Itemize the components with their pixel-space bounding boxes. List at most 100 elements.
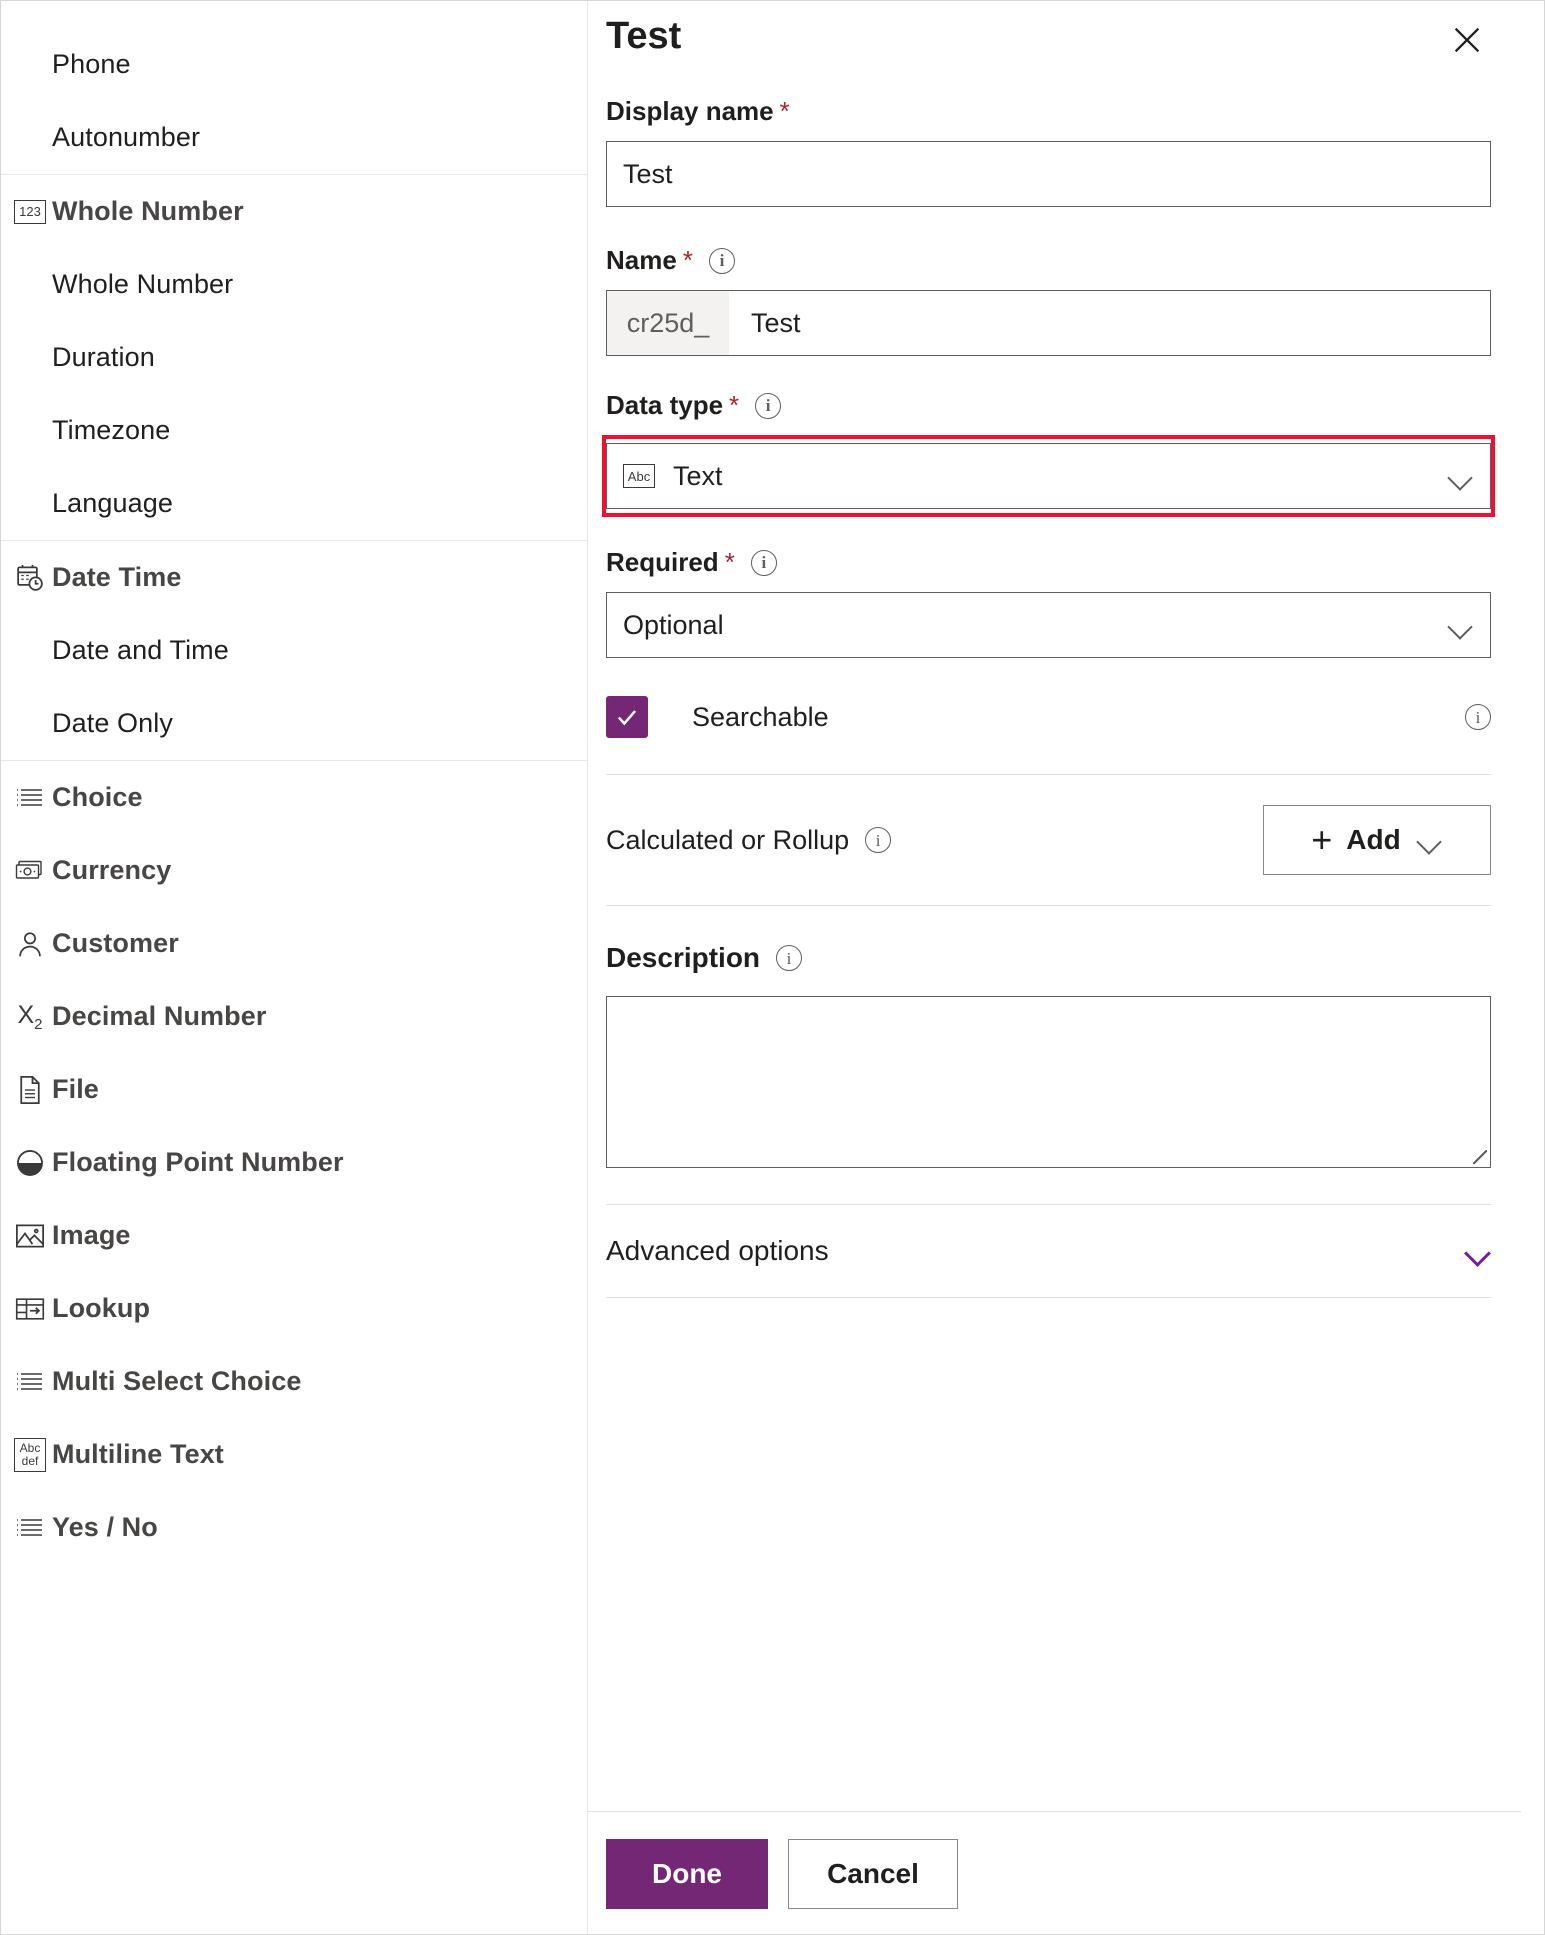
list-item-timezone[interactable]: Timezone bbox=[0, 394, 587, 467]
document-icon bbox=[8, 1075, 52, 1105]
divider bbox=[606, 1297, 1491, 1298]
list-icon bbox=[8, 786, 52, 810]
advanced-options-row[interactable]: Advanced options bbox=[604, 1205, 1493, 1297]
person-icon bbox=[8, 930, 52, 958]
close-icon[interactable] bbox=[1445, 18, 1489, 62]
name-input[interactable]: Test bbox=[729, 291, 1490, 355]
list-item-choice[interactable]: Choice bbox=[0, 761, 587, 834]
list-item-customer[interactable]: Customer bbox=[0, 907, 587, 980]
searchable-checkbox[interactable] bbox=[606, 696, 648, 738]
data-type-highlight-box: Abc Text bbox=[602, 435, 1495, 517]
info-icon[interactable]: i bbox=[755, 392, 782, 419]
list-item-image[interactable]: Image bbox=[0, 1199, 587, 1272]
display-name-input[interactable]: Test bbox=[606, 141, 1491, 207]
description-label: Description i bbox=[604, 942, 1493, 974]
required-marker: * bbox=[682, 245, 693, 275]
list-item-yes-no[interactable]: Yes / No bbox=[0, 1491, 587, 1564]
searchable-row[interactable]: Searchable i bbox=[604, 696, 1493, 738]
x-subscript-2-icon: X2 bbox=[17, 1000, 43, 1033]
list-item-label: Yes / No bbox=[52, 1512, 158, 1542]
data-type-value: Text bbox=[673, 460, 723, 491]
advanced-options-label: Advanced options bbox=[606, 1235, 829, 1266]
cancel-button[interactable]: Cancel bbox=[788, 1838, 958, 1909]
list-group: Date Time Date and Time Date Only bbox=[0, 541, 587, 761]
data-type-label: Data type * i bbox=[606, 390, 1491, 421]
list-item-label: File bbox=[52, 1074, 99, 1104]
panel-footer: Done Cancel bbox=[588, 1811, 1521, 1935]
required-value: Optional bbox=[623, 609, 724, 640]
required-dropdown[interactable]: Optional bbox=[606, 592, 1491, 658]
list-item-multi-select-choice[interactable]: Multi Select Choice bbox=[0, 1345, 587, 1418]
list-item-label: Language bbox=[52, 488, 173, 518]
plus-icon: + bbox=[1311, 819, 1333, 860]
description-textarea[interactable] bbox=[606, 996, 1491, 1168]
list-item-duration[interactable]: Duration bbox=[0, 321, 587, 394]
chevron-down-icon bbox=[1448, 617, 1474, 633]
list-item-file[interactable]: File bbox=[0, 1053, 587, 1126]
divider bbox=[606, 905, 1491, 906]
list-item-label: Date Time bbox=[52, 562, 182, 592]
data-type-dropdown[interactable]: Abc Text bbox=[606, 443, 1491, 509]
123-box-icon: 123 bbox=[8, 199, 52, 224]
clipped-list-item-ticker-symbol[interactable]: Ticker Symbol bbox=[0, 0, 587, 28]
list-group: 123 Whole Number Whole Number Duration T… bbox=[0, 175, 587, 541]
list-item-label: Multiline Text bbox=[52, 1439, 224, 1469]
display-name-label: Display name * bbox=[606, 96, 1491, 127]
chevron-down-icon bbox=[1448, 468, 1474, 484]
page-title: Test bbox=[606, 15, 682, 57]
label-text: Required bbox=[606, 547, 719, 577]
list-item-date-and-time[interactable]: Date and Time bbox=[0, 614, 587, 687]
list-group-header-whole-number[interactable]: 123 Whole Number bbox=[0, 175, 587, 248]
list-item-currency[interactable]: Currency bbox=[0, 834, 587, 907]
add-button[interactable]: + Add bbox=[1263, 805, 1491, 875]
calculated-or-rollup-label: Calculated or Rollup i bbox=[606, 824, 892, 856]
list-item-label: Whole Number bbox=[52, 196, 244, 226]
done-button[interactable]: Done bbox=[606, 1838, 768, 1909]
label-text: Data type bbox=[606, 390, 724, 420]
add-button-label: Add bbox=[1346, 824, 1401, 855]
list-icon bbox=[8, 1370, 52, 1394]
display-name-field: Display name * Test bbox=[604, 96, 1493, 207]
panel-scroll-area: Test Display name * Test Name * i cr25d_… bbox=[588, 0, 1521, 1811]
info-icon[interactable]: i bbox=[708, 247, 735, 274]
info-icon[interactable]: i bbox=[776, 945, 803, 971]
label-text: Calculated or Rollup bbox=[606, 824, 850, 855]
list-item-language[interactable]: Language bbox=[0, 467, 587, 540]
lookup-table-arrow-icon bbox=[8, 1296, 52, 1322]
resize-handle-icon[interactable] bbox=[1473, 1150, 1487, 1164]
list-item-floating-point-number[interactable]: Floating Point Number bbox=[0, 1126, 587, 1199]
label-text: Display name bbox=[606, 96, 774, 126]
list-item-label: Floating Point Number bbox=[52, 1147, 344, 1177]
list-item-label: Phone bbox=[52, 49, 131, 79]
list-item-lookup[interactable]: Lookup bbox=[0, 1272, 587, 1345]
required-marker: * bbox=[724, 547, 735, 577]
field-editor-screen: Ticker Symbol Phone Autonumber 123 Whole… bbox=[0, 0, 1545, 1935]
list-item-multiline-text[interactable]: Abc def Multiline Text bbox=[0, 1418, 587, 1491]
list-item-decimal-number[interactable]: X2 Decimal Number bbox=[0, 980, 587, 1053]
name-input-group[interactable]: cr25d_ Test bbox=[606, 290, 1491, 356]
name-prefix: cr25d_ bbox=[607, 291, 729, 355]
list-item-phone[interactable]: Phone bbox=[0, 28, 587, 101]
info-icon[interactable]: i bbox=[1465, 704, 1491, 730]
data-type-list[interactable]: Ticker Symbol Phone Autonumber 123 Whole… bbox=[0, 0, 588, 1935]
list-item-autonumber[interactable]: Autonumber bbox=[0, 101, 587, 174]
list-item-label: Image bbox=[52, 1220, 131, 1250]
list-group-header-date-time[interactable]: Date Time bbox=[0, 541, 587, 614]
list-item-label: Choice bbox=[52, 782, 143, 812]
name-field: Name * i cr25d_ Test bbox=[604, 245, 1493, 356]
info-icon[interactable]: i bbox=[750, 549, 777, 576]
data-type-field: Data type * i Abc Text bbox=[602, 390, 1495, 517]
required-marker: * bbox=[779, 96, 790, 126]
abc-def-box-icon: Abc def bbox=[8, 1437, 52, 1472]
list-item-label: Date and Time bbox=[52, 635, 229, 665]
list-group: Choice Currency Customer X2 Decimal Numb… bbox=[0, 761, 587, 1564]
list-item-date-only[interactable]: Date Only bbox=[0, 687, 587, 760]
chevron-down-icon bbox=[1417, 832, 1443, 848]
searchable-label: Searchable bbox=[692, 701, 829, 732]
chevron-down-icon bbox=[1465, 1243, 1491, 1259]
info-icon[interactable]: i bbox=[865, 827, 892, 853]
list-group: Phone Autonumber bbox=[0, 28, 587, 175]
list-item-whole-number[interactable]: Whole Number bbox=[0, 248, 587, 321]
name-label: Name * i bbox=[606, 245, 1491, 276]
checkmark-icon bbox=[617, 710, 637, 726]
